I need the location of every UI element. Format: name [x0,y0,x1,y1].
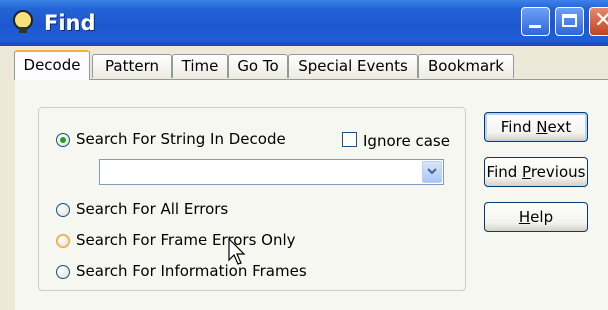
find-previous-button[interactable]: Find Previous [484,157,588,187]
minimize-icon [529,25,541,28]
help-button[interactable]: Help [484,202,588,232]
find-previous-label-c: revious [530,163,586,181]
find-previous-label-b: P [522,163,531,181]
radio-info-frames-label: Search For Information Frames [76,262,307,280]
dropdown-arrow-icon [427,168,437,175]
tab-bookmark[interactable]: Bookmark [418,54,514,78]
radio-frame-errors[interactable] [56,234,70,248]
radio-frame-errors-label: Search For Frame Errors Only [76,231,296,249]
ignore-case-label: Ignore case [363,132,450,150]
tab-time[interactable]: Time [172,54,228,78]
search-string-combo[interactable] [99,159,444,185]
title-bar[interactable]: Find ✕ [0,0,608,46]
tab-special-events[interactable]: Special Events [288,54,418,78]
find-next-label-b: N [536,118,548,136]
tab-pattern[interactable]: Pattern [92,54,172,78]
help-label-b: elp [530,208,554,226]
help-label-a: H [518,208,531,226]
tab-go-to[interactable]: Go To [228,54,288,78]
radio-all-errors[interactable] [56,203,70,217]
find-next-label-c: ext [547,118,572,136]
minimize-button[interactable] [521,7,550,36]
app-bulb-icon [13,10,33,33]
maximize-button[interactable] [555,7,584,36]
maximize-icon [562,14,577,27]
window-title: Find [44,11,96,35]
radio-all-errors-label: Search For All Errors [76,200,229,218]
find-next-label-a: Find [500,118,537,136]
find-previous-label-a: Find [486,163,523,181]
close-icon: ✕ [594,8,608,33]
tab-panel-border [14,79,608,80]
radio-search-string-label: Search For String In Decode [76,130,286,148]
close-button[interactable]: ✕ [589,7,608,36]
find-next-button[interactable]: Find Next [484,112,588,142]
radio-search-string[interactable] [56,133,70,147]
mouse-cursor-icon [228,238,246,265]
combo-dropdown-button[interactable] [422,161,442,183]
tab-decode[interactable]: Decode [14,50,90,80]
ignore-case-checkbox[interactable] [342,132,357,147]
radio-info-frames[interactable] [56,265,70,279]
